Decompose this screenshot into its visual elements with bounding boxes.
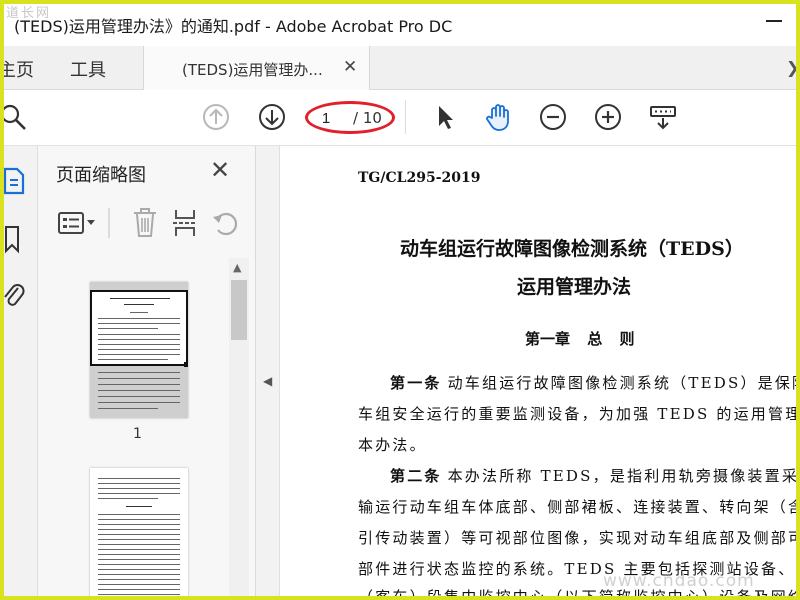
navigation-rail (0, 146, 38, 600)
document-title-line1: 动车组运行故障图像检测系统（TEDS） (400, 238, 744, 260)
panel-collapse-handle[interactable]: ◀ (256, 146, 280, 600)
close-tab-icon[interactable]: ✕ (343, 57, 357, 77)
next-page-icon[interactable] (257, 102, 287, 132)
document-title-line2: 运用管理办法 (517, 276, 632, 298)
page-thumbnails-icon[interactable] (2, 166, 28, 196)
bookmarks-icon[interactable] (2, 224, 28, 254)
body-line: 引传动装置）等可视部位图像，实现对动车组底部及侧部可视 (358, 529, 800, 547)
delete-page-icon[interactable] (130, 206, 160, 240)
tab-document[interactable]: (TEDS)运用管理办... ✕ (143, 46, 370, 90)
thumbnail-scrollbar[interactable]: ▲ (229, 258, 249, 600)
previous-page-icon[interactable] (201, 102, 231, 132)
tab-tools[interactable]: 工具 (70, 56, 106, 82)
body-line: 输运行动车组车体底部、侧部裙板、连接装置、转向架（含车 (358, 498, 800, 516)
zoom-out-icon[interactable] (538, 102, 568, 132)
collapse-left-icon[interactable]: ◀ (263, 374, 272, 388)
select-cursor-icon[interactable] (430, 102, 460, 132)
scroll-tabs-right-icon[interactable]: ❯ (786, 58, 799, 77)
document-tab-title: (TEDS)运用管理办... (182, 61, 323, 79)
document-code: TG/CL295-2019 (358, 170, 481, 186)
document-view[interactable]: TG/CL295-2019 动车组运行故障图像检测系统（TEDS） 运用管理办法… (280, 146, 800, 600)
page-thumbnail[interactable] (90, 282, 188, 418)
page-thumbnail[interactable] (90, 468, 188, 600)
minimize-button[interactable] (766, 20, 782, 22)
attachments-icon[interactable] (2, 282, 28, 312)
body-line: 第一条 动车组运行故障图像检测系统（TEDS）是保障动 (390, 374, 800, 392)
thumbnail-page-number: 1 (133, 426, 142, 442)
thumbnail-panel: 页面缩略图 ✕ ▲ 1 (38, 146, 256, 600)
extract-page-icon[interactable] (170, 206, 200, 240)
zoom-in-icon[interactable] (593, 102, 623, 132)
keyboard-tool-icon[interactable] (648, 102, 678, 132)
body-line: 本办法。 (358, 436, 427, 454)
toolbar: / 10 (0, 90, 800, 146)
body-line: 第二条 本办法所称 TEDS，是指利用轨旁摄像装置采集传 (390, 467, 800, 485)
panel-close-icon[interactable]: ✕ (210, 156, 230, 184)
thumbnail-options-button[interactable] (56, 206, 100, 240)
site-watermark: www.cndao.com (603, 571, 755, 591)
title-bar: 道长网 (TEDS)运用管理办法》的通知.pdf - Adobe Acrobat… (0, 0, 800, 46)
toolbar-divider (405, 100, 406, 134)
page-number-highlight (305, 101, 395, 134)
list-options-icon (58, 212, 95, 234)
hand-tool-icon[interactable] (484, 102, 514, 132)
search-icon[interactable] (0, 102, 30, 132)
window-title: (TEDS)运用管理办法》的通知.pdf - Adobe Acrobat Pro… (14, 17, 453, 36)
panel-title: 页面缩略图 (56, 165, 146, 186)
scrollbar-thumb[interactable] (231, 280, 247, 340)
panel-divider (108, 208, 110, 238)
body-line: 车组安全运行的重要监测设备，为加强 TEDS 的运用管理，制定 (358, 405, 800, 423)
tab-home[interactable]: 主页 (0, 56, 34, 82)
scroll-up-icon[interactable]: ▲ (233, 261, 241, 274)
tab-bar: 主页 工具 (TEDS)运用管理办... ✕ ❯ (0, 46, 800, 90)
rotate-page-icon[interactable] (210, 206, 240, 240)
chapter-heading: 第一章 总 则 (525, 330, 635, 348)
thumbnail-list: 1 (38, 254, 229, 600)
